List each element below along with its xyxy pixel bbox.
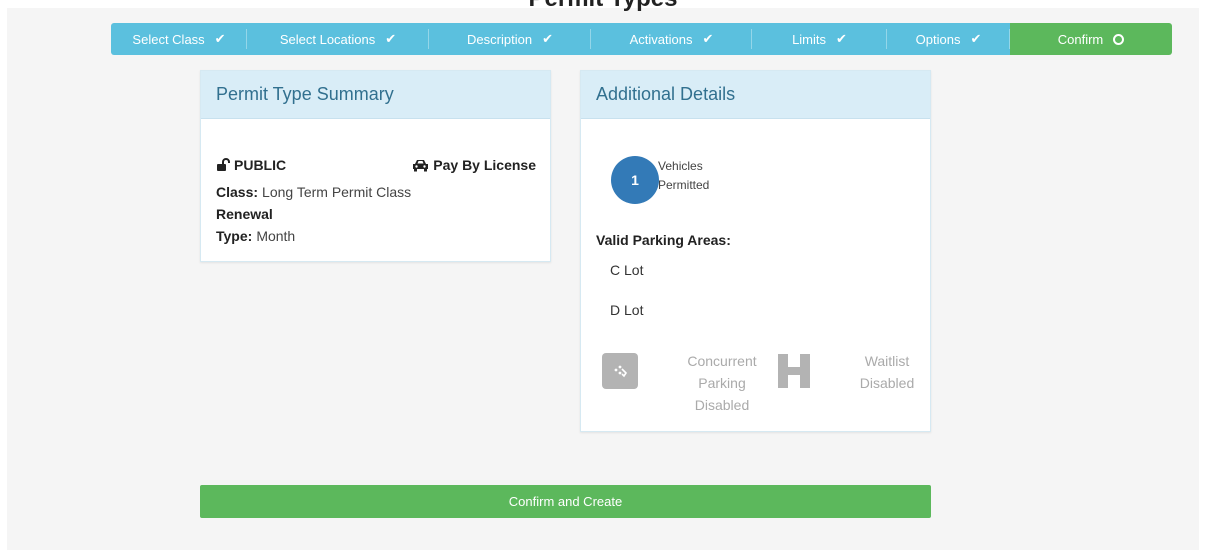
step-select-class[interactable]: Select Class ✔ [111,23,247,55]
page-title: Permit Types [0,0,1206,12]
valid-parking-areas-title: Valid Parking Areas: [596,232,731,248]
step-label: Confirm [1057,31,1104,47]
step-label: Activations [629,31,693,47]
circle-icon [1113,33,1125,45]
vehicles-count-badge: 1 [611,156,659,204]
step-label: Select Class [132,31,205,47]
renewal-row: Renewal [216,206,273,222]
additional-details-panel: Additional Details 1 Vehicles Permitted … [580,70,931,432]
check-icon: ✔ [836,31,847,46]
payment-text: Pay By License [433,157,536,173]
step-label: Options [915,31,961,47]
check-icon: ✔ [385,31,397,46]
check-icon: ✔ [542,31,553,46]
confirm-and-create-button[interactable]: Confirm and Create [200,485,931,518]
vehicles-label-line2: Permitted [658,178,710,192]
step-options[interactable]: Options ✔ [887,23,1010,55]
waitlist-glyph [778,354,810,388]
renewal-label: Renewal [216,206,273,222]
car-icon [413,160,429,172]
class-row: Class: Long Term Permit Class [216,184,411,200]
concurrent-line3: Disabled [694,397,750,413]
concurrent-line1: Concurrent [687,353,757,369]
vehicles-permitted-label: Vehicles Permitted [658,157,709,195]
summary-top-row: PUBLIC Pay By License [216,157,536,173]
step-activations[interactable]: Activations ✔ [591,23,752,55]
class-label: Class: [216,184,259,200]
check-icon: ✔ [702,31,714,46]
panel-title: Additional Details [581,71,930,119]
step-label: Limits [792,31,827,47]
payment-label: Pay By License [412,157,536,173]
step-select-locations[interactable]: Select Locations ✔ [247,23,429,55]
concurrent-parking-glyph [614,365,628,378]
waitlist-line1: Waitlist [864,353,910,369]
step-limits[interactable]: Limits ✔ [752,23,887,55]
concurrent-parking-icon [602,353,638,389]
wizard-steps: Select Class ✔ Select Locations ✔ Descri… [111,23,1172,55]
step-label: Description [467,31,533,47]
class-value: Long Term Permit Class [262,184,412,200]
concurrent-line2: Parking [698,375,746,391]
panel-title: Permit Type Summary [201,71,550,119]
type-row: Type: Month [216,228,295,244]
concurrent-parking-status: Concurrent Parking Disabled [677,350,767,416]
waitlist-status: Waitlist Disabled [851,350,923,394]
step-description[interactable]: Description ✔ [429,23,591,55]
unlock-icon [217,158,230,171]
check-icon: ✔ [970,31,982,46]
step-confirm[interactable]: Confirm [1010,23,1172,55]
parking-area-item: D Lot [610,302,644,318]
vehicles-label-line1: Vehicles [658,159,703,173]
parking-area-item: C Lot [610,262,644,278]
step-label: Select Locations [279,31,376,47]
waitlist-line2: Disabled [859,375,915,391]
type-value: Month [256,228,296,244]
visibility-label: PUBLIC [216,157,286,173]
visibility-text: PUBLIC [234,157,287,173]
type-label: Type: [216,228,253,244]
check-icon: ✔ [214,31,226,46]
permit-type-summary-panel: Permit Type Summary PUBLIC Pay By Licens… [200,70,551,262]
waitlist-icon [776,353,812,389]
